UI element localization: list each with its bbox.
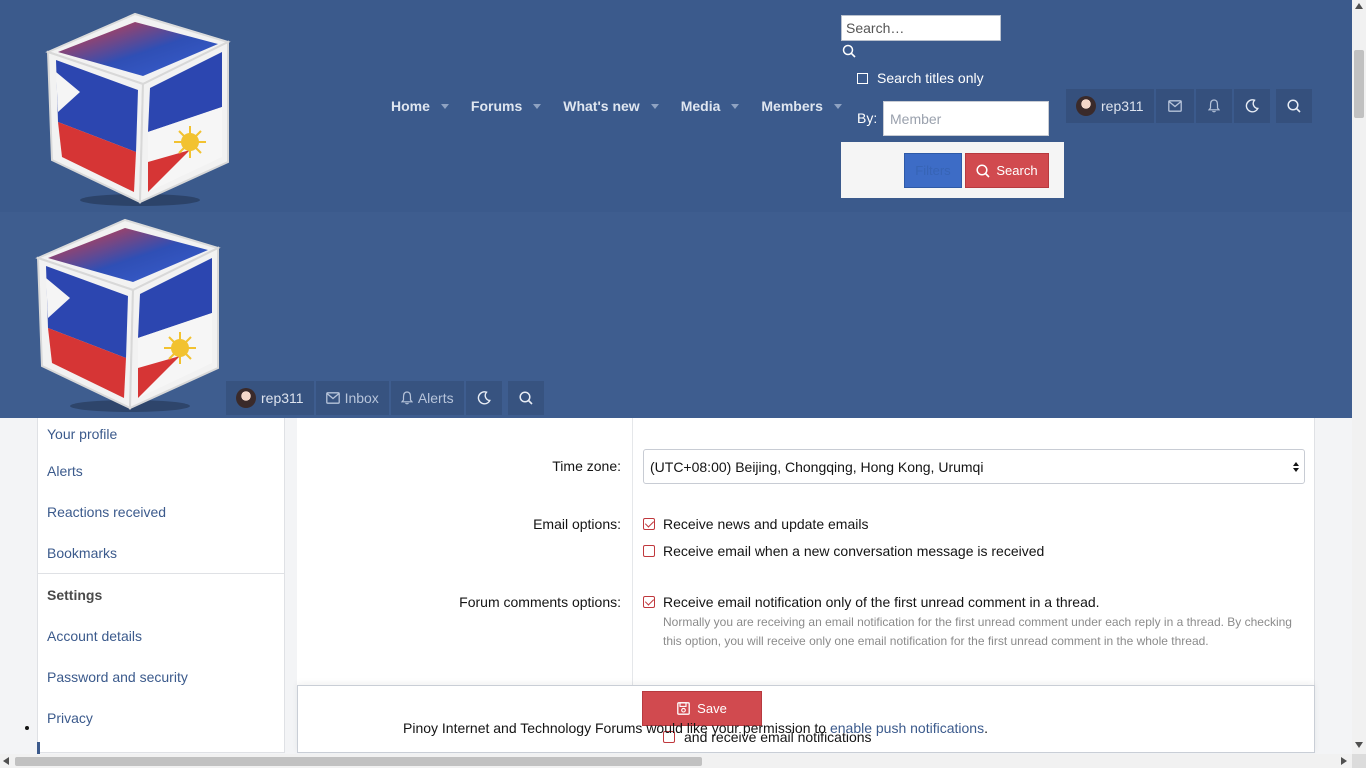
nav-media-label: Media (680, 98, 721, 114)
sidebar-active-indicator (37, 742, 40, 754)
envelope-icon (1167, 100, 1182, 112)
theme-toggle[interactable] (465, 381, 502, 415)
header-search-button[interactable] (1275, 89, 1312, 123)
push-notice-suffix: . (984, 720, 988, 736)
avatar (236, 388, 256, 408)
forum-comments-label: Forum comments options: (459, 594, 621, 610)
alerts-button[interactable]: Alerts (390, 381, 464, 415)
account-menu[interactable]: rep311 (1066, 89, 1154, 123)
timezone-label: Time zone: (552, 458, 621, 474)
nav-forums[interactable]: Forums (470, 98, 542, 114)
titles-only-label: Search titles only (877, 70, 984, 86)
sidebar-section-settings: Settings (47, 586, 103, 603)
nav-home-label: Home (391, 98, 430, 114)
header-search-button[interactable] (507, 381, 544, 415)
alerts-label: Alerts (417, 390, 454, 406)
main-nav: Home Forums What's new Media Members (391, 96, 864, 116)
nav-media[interactable]: Media (681, 98, 740, 114)
email-options-label: Email options: (533, 516, 621, 532)
chevron-down-icon[interactable] (650, 103, 659, 109)
nav-forums-label: Forums (470, 98, 523, 114)
user-nav-top: rep311 (1066, 89, 1314, 123)
save-icon (677, 702, 691, 715)
news-emails-checkbox[interactable] (643, 518, 655, 530)
scroll-right-icon[interactable] (1341, 757, 1347, 765)
select-arrows-icon (1293, 462, 1299, 472)
first-unread-label: Receive email notification only of the f… (663, 594, 1100, 610)
theme-toggle[interactable] (1233, 89, 1270, 123)
envelope-icon (325, 392, 340, 404)
account-sidebar: Your profile Alerts Reactions received B… (37, 418, 285, 753)
search-icon (1287, 99, 1301, 113)
list-bullet (25, 726, 29, 730)
conversation-emails-label: Receive email when a new conversation me… (663, 543, 1045, 559)
site-logo[interactable] (40, 12, 232, 208)
timezone-select[interactable]: (UTC+08:00) Beijing, Chongqing, Hong Kon… (643, 449, 1305, 484)
chevron-down-icon[interactable] (833, 103, 842, 109)
search-button-label: Search (996, 163, 1038, 178)
search-input[interactable] (841, 15, 1001, 41)
conversation-emails-checkbox[interactable] (643, 545, 655, 557)
titles-only-checkbox[interactable] (857, 72, 868, 84)
bell-icon (1207, 99, 1220, 113)
alerts-button[interactable] (1195, 89, 1232, 123)
horizontal-scrollbar-thumb[interactable] (15, 757, 702, 766)
nav-members[interactable]: Members (761, 98, 842, 114)
chevron-down-icon[interactable] (731, 103, 740, 109)
nav-whats-new-label: What's new (563, 98, 640, 114)
sidebar-item-bookmarks[interactable]: Bookmarks (38, 532, 284, 573)
search-titles-only-option[interactable]: Search titles only (857, 70, 984, 86)
inbox-button[interactable]: Inbox (315, 381, 389, 415)
enable-push-notifications-link[interactable]: enable push notifications (830, 720, 984, 736)
save-label: Save (697, 701, 727, 716)
username: rep311 (1101, 98, 1144, 114)
sidebar-item-privacy[interactable]: Privacy (38, 697, 284, 738)
first-unread-hint: Normally you are receiving an email noti… (663, 615, 1292, 648)
inbox-button[interactable] (1155, 89, 1194, 123)
scroll-up-icon[interactable] (1355, 3, 1363, 9)
bell-icon (400, 391, 413, 405)
moon-icon (1245, 99, 1259, 113)
option-news-emails[interactable]: Receive news and update emails (643, 516, 868, 532)
account-menu[interactable]: rep311 (226, 381, 314, 415)
sidebar-item-password-security[interactable]: Password and security (38, 656, 284, 697)
search-icon (976, 163, 990, 178)
scrollbar-corner (1352, 754, 1366, 768)
chevron-down-icon[interactable] (440, 103, 449, 109)
sidebar-item-your-profile[interactable]: Your profile (38, 418, 284, 450)
sidebar-item-account-details[interactable]: Account details (38, 615, 284, 656)
moon-icon (477, 391, 491, 405)
nav-home[interactable]: Home (391, 98, 449, 114)
push-notification-notice: Pinoy Internet and Technology Forums wou… (403, 720, 988, 736)
timezone-value: (UTC+08:00) Beijing, Chongqing, Hong Kon… (650, 458, 984, 475)
user-nav-bottom: rep311 Inbox Alerts (226, 381, 546, 415)
by-label: By: (857, 110, 878, 126)
nav-members-label: Members (761, 98, 823, 114)
first-unread-checkbox[interactable] (643, 596, 655, 608)
chevron-down-icon[interactable] (533, 103, 542, 109)
news-emails-label: Receive news and update emails (663, 516, 869, 532)
search-button[interactable]: Search (965, 153, 1049, 188)
scroll-down-icon[interactable] (1355, 742, 1363, 748)
vertical-scrollbar-thumb[interactable] (1354, 50, 1364, 118)
sidebar-item-reactions-received[interactable]: Reactions received (38, 491, 284, 532)
site-logo-secondary[interactable] (30, 218, 222, 414)
inbox-label: Inbox (344, 390, 379, 406)
nav-whats-new[interactable]: What's new (563, 98, 659, 114)
avatar (1076, 96, 1096, 116)
member-input[interactable] (883, 101, 1049, 136)
username: rep311 (261, 390, 304, 406)
search-icon[interactable] (842, 44, 856, 58)
push-notice-text: Pinoy Internet and Technology Forums wou… (403, 720, 827, 736)
search-icon (519, 391, 533, 405)
sidebar-item-alerts[interactable]: Alerts (38, 450, 284, 491)
filters-button[interactable]: Filters (904, 153, 962, 188)
option-first-unread-comment[interactable]: Receive email notification only of the f… (643, 594, 1100, 610)
scroll-left-icon[interactable] (3, 757, 9, 765)
option-conversation-emails[interactable]: Receive email when a new conversation me… (643, 543, 1044, 559)
